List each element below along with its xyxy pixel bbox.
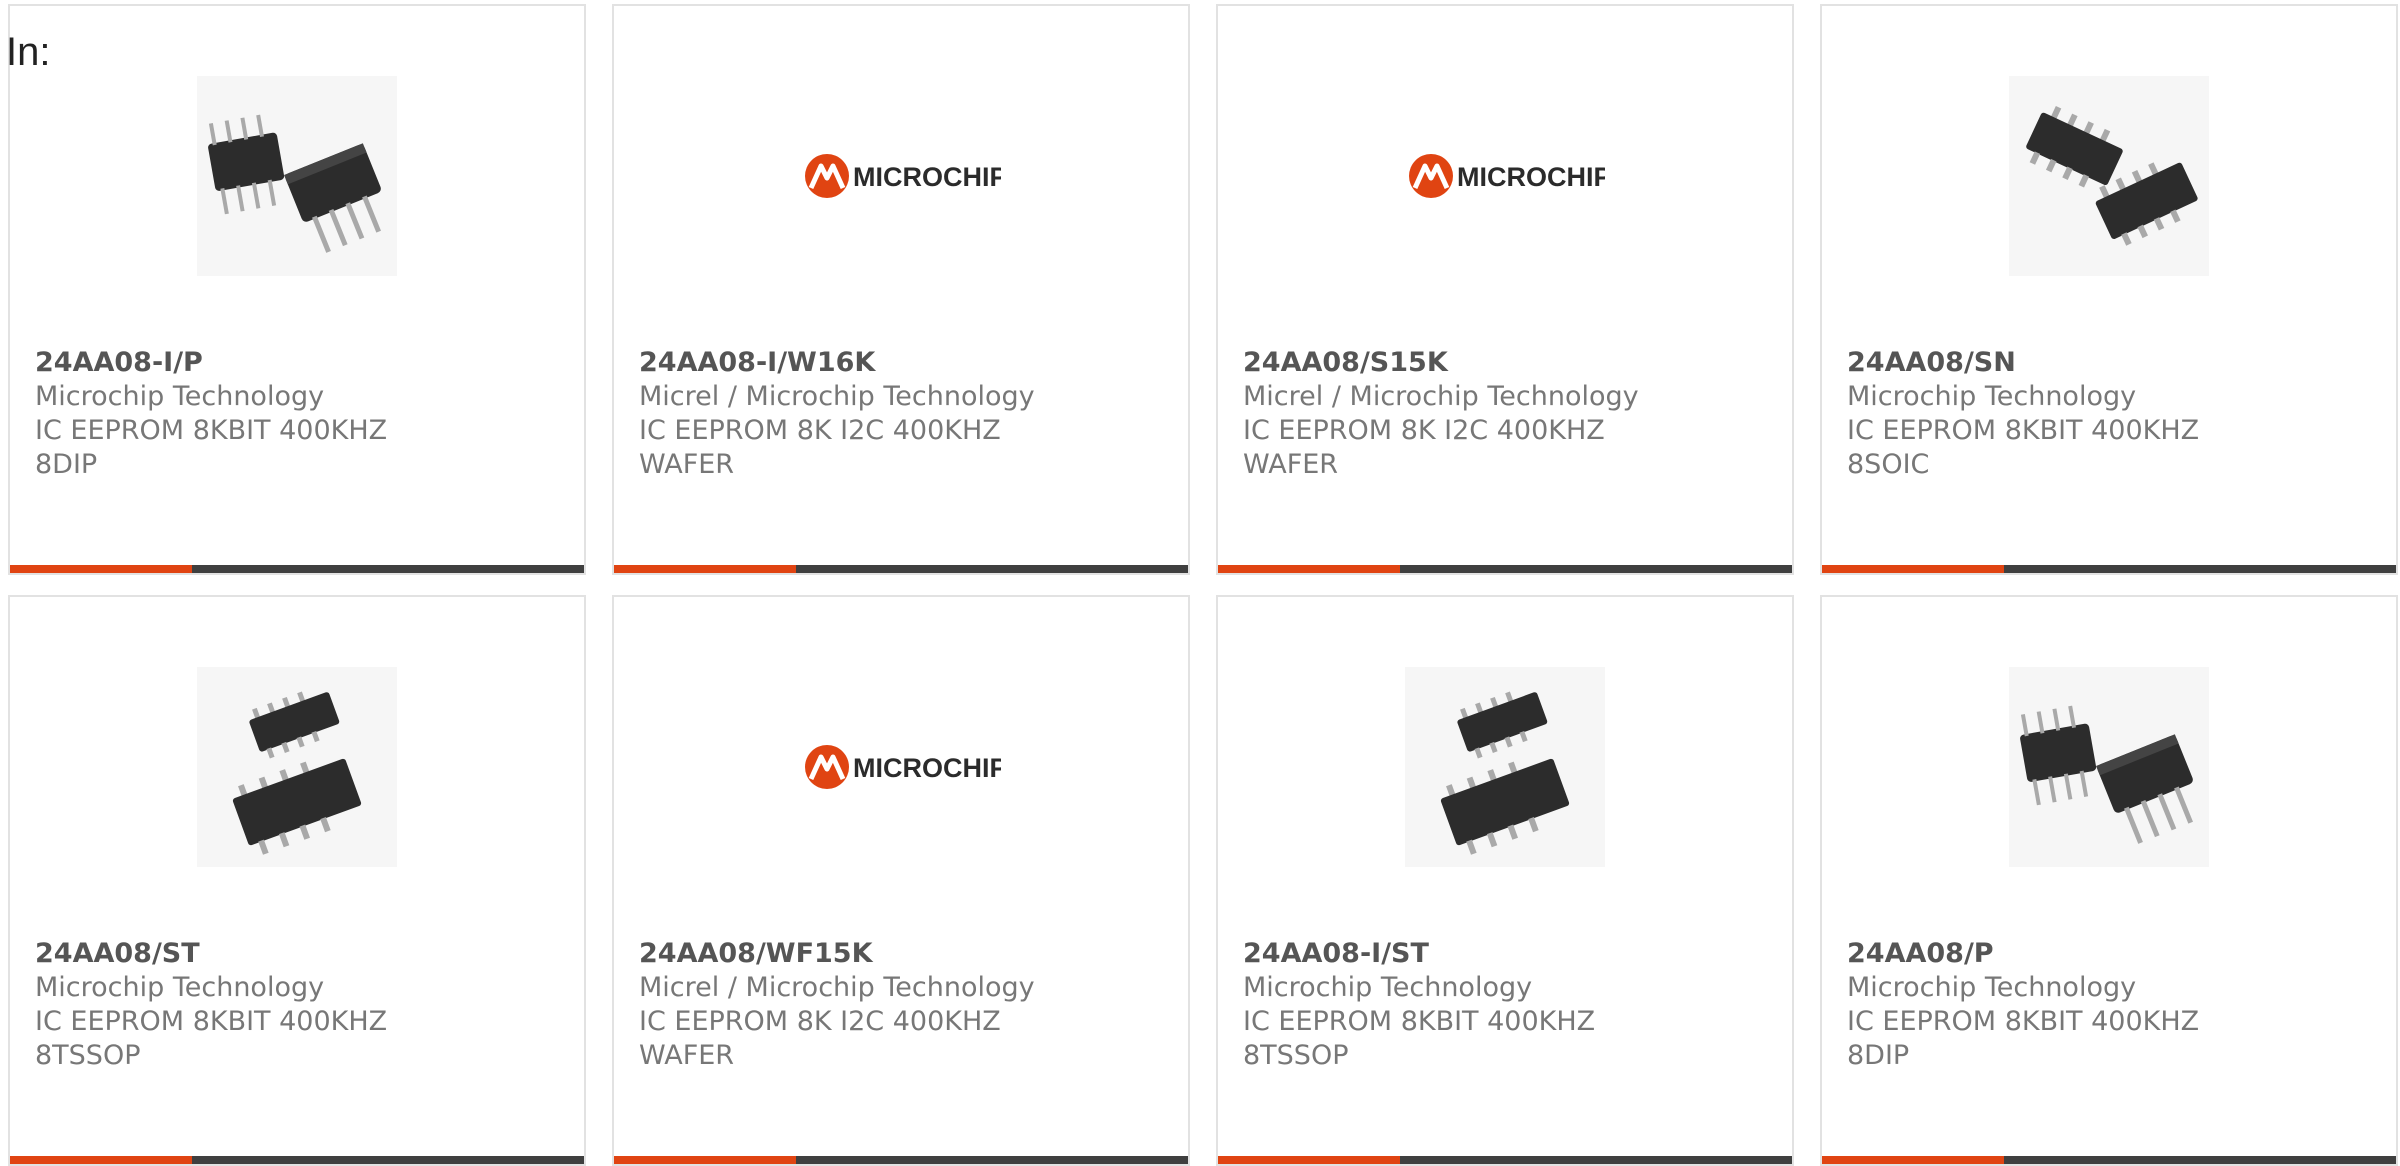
description: IC EEPROM 8KBIT 400KHZ 8TSSOP — [1243, 1006, 1596, 1071]
tssop8-chips-icon — [197, 667, 397, 867]
microchip-logo: MICROCHIP — [801, 667, 1001, 867]
product-info: 24AA08/WF15K Micrel / Microchip Technolo… — [639, 937, 1168, 1073]
product-card[interactable]: 24AA08/ST Microchip Technology IC EEPROM… — [8, 595, 586, 1166]
description: IC EEPROM 8KBIT 400KHZ 8TSSOP — [35, 1006, 388, 1071]
part-number[interactable]: 24AA08/ST — [35, 937, 564, 971]
product-card[interactable]: 24AA08/P Microchip Technology IC EEPROM … — [1820, 595, 2398, 1166]
manufacturer: Micrel / Microchip Technology — [1243, 381, 1639, 412]
description: IC EEPROM 8KBIT 400KHZ 8SOIC — [1847, 415, 2200, 480]
manufacturer: Microchip Technology — [35, 381, 325, 412]
product-card[interactable]: MICROCHIP 24AA08-I/W16K Micrel / Microch… — [612, 4, 1190, 575]
part-number[interactable]: 24AA08/SN — [1847, 346, 2376, 380]
svg-text:MICROCHIP: MICROCHIP — [853, 753, 1001, 783]
product-card[interactable]: MICROCHIP 24AA08/S15K Micrel / Microchip… — [1216, 4, 1794, 575]
card-footer-bar — [1822, 565, 2396, 573]
manufacturer: Microchip Technology — [1243, 972, 1533, 1003]
part-number[interactable]: 24AA08-I/ST — [1243, 937, 1772, 971]
card-accent-bar — [614, 1156, 796, 1164]
card-accent-bar — [1218, 1156, 1400, 1164]
card-accent-bar — [1822, 1156, 2004, 1164]
card-accent-bar — [10, 565, 192, 573]
dip8-chips-icon — [2009, 667, 2209, 867]
product-card[interactable]: 24AA08-I/ST Microchip Technology IC EEPR… — [1216, 595, 1794, 1166]
svg-text:MICROCHIP: MICROCHIP — [1457, 162, 1605, 192]
tssop8-chips-icon — [1405, 667, 1605, 867]
manufacturer: Microchip Technology — [35, 972, 325, 1003]
product-info: 24AA08/ST Microchip Technology IC EEPROM… — [35, 937, 564, 1073]
description: IC EEPROM 8K I2C 400KHZ WAFER — [639, 1006, 1001, 1071]
product-card[interactable]: 24AA08/SN Microchip Technology IC EEPROM… — [1820, 4, 2398, 575]
card-footer-bar — [614, 565, 1188, 573]
card-footer-bar — [10, 1156, 584, 1164]
part-number[interactable]: 24AA08/S15K — [1243, 346, 1772, 380]
manufacturer: Micrel / Microchip Technology — [639, 381, 1035, 412]
product-card[interactable]: 24AA08-I/P Microchip Technology IC EEPRO… — [8, 4, 586, 575]
product-info: 24AA08-I/P Microchip Technology IC EEPRO… — [35, 346, 564, 482]
card-footer-bar — [10, 565, 584, 573]
card-accent-bar — [614, 565, 796, 573]
card-accent-bar — [1218, 565, 1400, 573]
card-footer-bar — [1822, 1156, 2396, 1164]
description: IC EEPROM 8K I2C 400KHZ WAFER — [1243, 415, 1605, 480]
description: IC EEPROM 8K I2C 400KHZ WAFER — [639, 415, 1001, 480]
filter-label: In: — [6, 30, 51, 74]
card-footer-bar — [1218, 565, 1792, 573]
part-number[interactable]: 24AA08-I/P — [35, 346, 564, 380]
product-info: 24AA08/S15K Micrel / Microchip Technolog… — [1243, 346, 1772, 482]
product-grid: 24AA08-I/P Microchip Technology IC EEPRO… — [8, 4, 2398, 1166]
part-number[interactable]: 24AA08/WF15K — [639, 937, 1168, 971]
soic8-chips-icon — [2009, 76, 2209, 276]
microchip-logo: MICROCHIP — [801, 76, 1001, 276]
product-card[interactable]: MICROCHIP 24AA08/WF15K Micrel / Microchi… — [612, 595, 1190, 1166]
manufacturer: Microchip Technology — [1847, 972, 2137, 1003]
part-number[interactable]: 24AA08-I/W16K — [639, 346, 1168, 380]
card-accent-bar — [10, 1156, 192, 1164]
product-info: 24AA08-I/W16K Micrel / Microchip Technol… — [639, 346, 1168, 482]
product-info: 24AA08/P Microchip Technology IC EEPROM … — [1847, 937, 2376, 1073]
microchip-logo: MICROCHIP — [1405, 76, 1605, 276]
manufacturer: Microchip Technology — [1847, 381, 2137, 412]
card-footer-bar — [614, 1156, 1188, 1164]
svg-text:MICROCHIP: MICROCHIP — [853, 162, 1001, 192]
description: IC EEPROM 8KBIT 400KHZ 8DIP — [35, 415, 388, 480]
product-info: 24AA08-I/ST Microchip Technology IC EEPR… — [1243, 937, 1772, 1073]
card-accent-bar — [1822, 565, 2004, 573]
dip8-chips-icon — [197, 76, 397, 276]
card-footer-bar — [1218, 1156, 1792, 1164]
description: IC EEPROM 8KBIT 400KHZ 8DIP — [1847, 1006, 2200, 1071]
product-info: 24AA08/SN Microchip Technology IC EEPROM… — [1847, 346, 2376, 482]
manufacturer: Micrel / Microchip Technology — [639, 972, 1035, 1003]
part-number[interactable]: 24AA08/P — [1847, 937, 2376, 971]
